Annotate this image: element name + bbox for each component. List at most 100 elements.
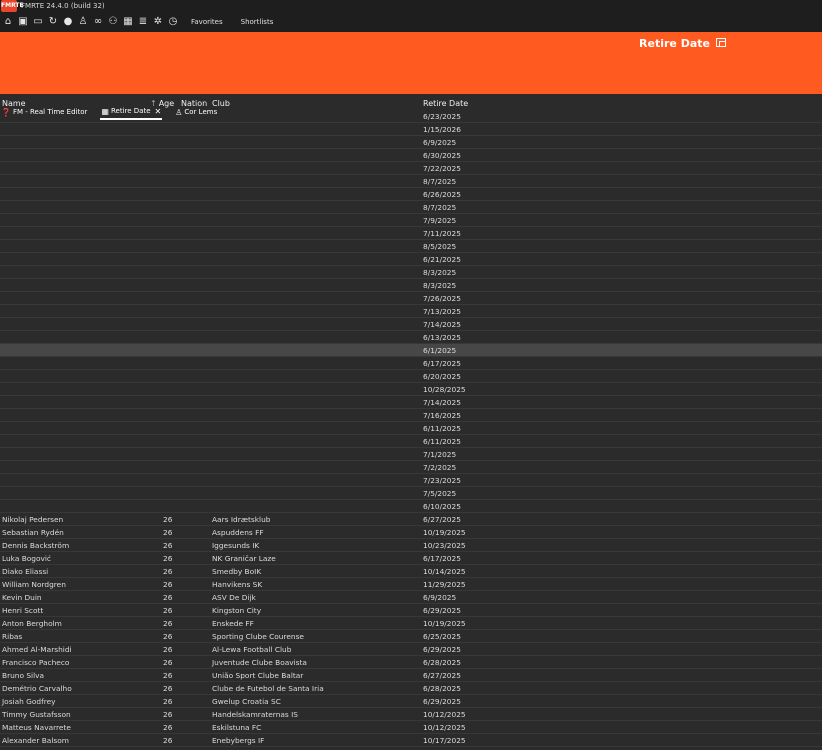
table-row[interactable]: 7/11/2025 [0,227,822,240]
shortlists-link[interactable]: Shortlists [241,18,274,26]
column-header-name[interactable]: Name [2,99,26,108]
player-grid: Name ↑ Age Nation Club Retire Date 6/23/… [0,97,822,750]
cell-retire-date: 7/1/2025 [423,450,457,459]
cell-club: Hanvikens SK [212,580,263,589]
table-row[interactable]: Luka Bogović 26 NK Graničar Laze 6/17/2025 [0,552,822,565]
person-icon[interactable]: ♙ [76,15,90,29]
cell-club: Clube de Futebol de Santa Iria [212,684,324,693]
table-row[interactable]: Ribas 26 Sporting Clube Courense 6/25/2025 [0,630,822,643]
table-row[interactable]: 6/30/2025 [0,149,822,162]
column-header-age[interactable]: ↑ Age [150,99,174,108]
cell-club: Aspuddens FF [212,528,264,537]
table-row[interactable]: Diako Eliassi 26 Smedby BoIK 10/14/2025 [0,565,822,578]
cell-retire-date: 6/11/2025 [423,424,461,433]
column-header-club[interactable]: Club [212,99,230,108]
cell-retire-date: 6/9/2025 [423,138,457,147]
table-row[interactable]: 6/21/2025 [0,253,822,266]
table-row[interactable]: 7/26/2025 [0,292,822,305]
table-row[interactable]: Timmy Gustafsson 26 Handelskamraternas IS 1… [0,708,822,721]
table-row[interactable]: William Nordgren 26 Hanvikens SK 11/29/2025 [0,578,822,591]
table-row[interactable]: 6/11/2025 [0,422,822,435]
list-icon[interactable]: ≣ [136,15,150,29]
table-row[interactable]: 7/5/2025 [0,487,822,500]
table-row[interactable]: Francisco Pacheco 26 Juventude Clube Boavi… [0,656,822,669]
cell-age: 26 [163,632,173,641]
cell-age: 26 [163,554,173,563]
popout-window-icon[interactable] [716,38,726,47]
table-row[interactable]: 8/5/2025 [0,240,822,253]
cell-retire-date: 7/13/2025 [423,307,461,316]
help-icon[interactable]: ● [61,15,75,29]
table-row[interactable]: 6/17/2025 [0,357,822,370]
cell-retire-date: 7/9/2025 [423,216,457,225]
table-row[interactable]: 7/16/2025 [0,409,822,422]
table-row[interactable]: 6/23/2025 [0,110,822,123]
cell-retire-date: 6/10/2025 [423,502,461,511]
table-row[interactable]: 8/3/2025 [0,266,822,279]
table-row[interactable]: Sebastian Rydén 26 Aspuddens FF 10/19/2025 [0,526,822,539]
table-row[interactable]: 7/9/2025 [0,214,822,227]
favorites-link[interactable]: Favorites [191,18,223,26]
cell-age: 26 [163,645,173,654]
alarm-icon[interactable]: ◷ [166,15,180,29]
calendar-icon[interactable]: ▦ [121,15,135,29]
cell-retire-date: 7/5/2025 [423,489,457,498]
column-header-nation[interactable]: Nation [181,99,207,108]
cell-retire-date: 1/15/2026 [423,125,461,134]
cell-retire-date: 6/17/2025 [423,359,461,368]
table-row[interactable]: 6/9/2025 [0,136,822,149]
table-row[interactable]: 7/13/2025 [0,305,822,318]
table-row[interactable]: 6/11/2025 [0,435,822,448]
table-row[interactable]: Demétrio Carvalho 26 Clube de Futebol de S… [0,682,822,695]
cell-name: Diako Eliassi [2,567,49,576]
cell-club: Smedby BoIK [212,567,262,576]
cell-retire-date: 6/21/2025 [423,255,461,264]
save-icon[interactable]: ▣ [16,15,30,29]
binoculars-icon[interactable]: ∞ [91,15,105,29]
table-row[interactable]: 10/28/2025 [0,383,822,396]
table-row[interactable]: 8/7/2025 [0,201,822,214]
table-row[interactable]: 6/20/2025 [0,370,822,383]
table-row[interactable]: Dennis Backström 26 Iggesunds IK 10/23/2025 [0,539,822,552]
table-row[interactable]: 7/14/2025 [0,396,822,409]
cell-club: NK Graničar Laze [212,554,276,563]
cell-retire-date: 6/11/2025 [423,437,461,446]
table-row[interactable]: 6/13/2025 [0,331,822,344]
cell-retire-date: 11/29/2025 [423,580,466,589]
table-row[interactable]: 8/7/2025 [0,175,822,188]
table-row[interactable]: Matteus Navarrete 26 Eskilstuna FC 10/12/20… [0,721,822,734]
table-row[interactable]: Josiah Godfrey 26 Gwelup Croatia SC 6/29/20… [0,695,822,708]
home-icon[interactable]: ⌂ [1,15,15,29]
cell-retire-date: 7/14/2025 [423,398,461,407]
table-row[interactable]: 6/10/2025 [0,500,822,513]
cell-retire-date: 6/25/2025 [423,632,461,641]
table-row[interactable]: 7/23/2025 [0,474,822,487]
app-logo: FMRTE [1,0,24,12]
table-row[interactable]: 7/1/2025 [0,448,822,461]
table-row[interactable]: 1/15/2026 [0,123,822,136]
people-icon[interactable]: ⚇ [106,15,120,29]
refresh-icon[interactable]: ↻ [46,15,60,29]
table-row[interactable]: 6/1/2025 [0,344,822,357]
table-row[interactable]: Kevin Duin 26 ASV De Dijk 6/9/2025 [0,591,822,604]
settings-icon[interactable]: ✲ [151,15,165,29]
table-row[interactable]: Nikolaj Pedersen 26 Aars Idrætsklub 6/27/20… [0,513,822,526]
table-row[interactable]: Alexander Balsom 26 Enebybergs IF 10/17/202… [0,734,822,747]
table-row[interactable]: 7/22/2025 [0,162,822,175]
table-row[interactable]: 8/3/2025 [0,279,822,292]
cell-retire-date: 8/7/2025 [423,203,457,212]
cell-retire-date: 10/12/2025 [423,723,466,732]
table-row[interactable]: 7/14/2025 [0,318,822,331]
table-row[interactable]: 6/26/2025 [0,188,822,201]
app-title: FMRTE 24.4.0 (build 32) [21,2,105,10]
table-row[interactable]: Ahmed Al-Marshidi 26 Al-Lewa Football Club… [0,643,822,656]
cell-retire-date: 10/17/2025 [423,736,466,745]
table-row[interactable]: Bruno Silva 26 União Sport Clube Baltar 6/2… [0,669,822,682]
table-row[interactable]: Anton Bergholm 26 Enskede FF 10/19/2025 [0,617,822,630]
column-header-retire-date[interactable]: Retire Date [423,99,468,108]
cell-age: 26 [163,684,173,693]
cell-retire-date: 10/19/2025 [423,619,466,628]
table-row[interactable]: Henri Scott 26 Kingston City 6/29/2025 [0,604,822,617]
monitor-icon[interactable]: ▭ [31,15,45,29]
table-row[interactable]: 7/2/2025 [0,461,822,474]
